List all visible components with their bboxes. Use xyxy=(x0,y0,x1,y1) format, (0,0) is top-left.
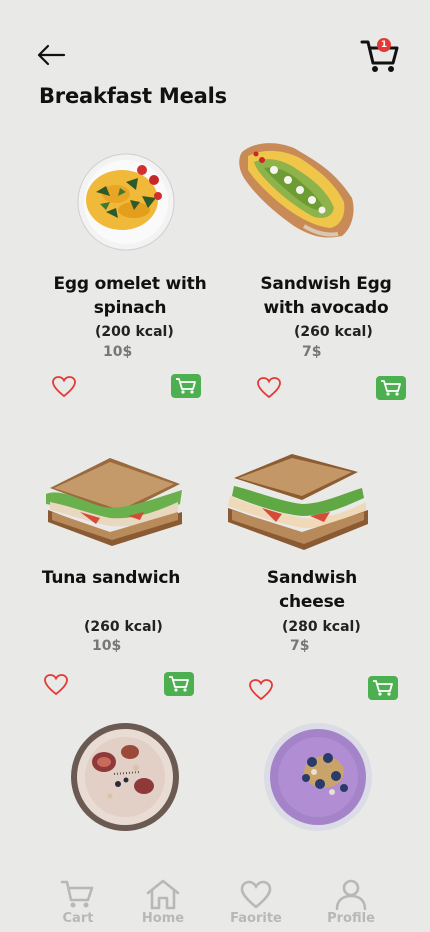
meal-name: Tuna sandwich xyxy=(41,568,181,588)
nav-profile[interactable]: Profile xyxy=(321,878,381,926)
cart-badge: 1 xyxy=(377,38,391,52)
cheese-sandwich-image xyxy=(228,454,368,550)
heart-icon xyxy=(257,377,281,399)
add-to-cart-icon xyxy=(176,378,196,394)
add-to-cart-button[interactable] xyxy=(171,374,201,398)
meal-card-omelet[interactable]: Egg omelet with spinach (200 kcal) 10$ xyxy=(40,150,220,400)
favorite-button[interactable] xyxy=(51,375,77,399)
back-button[interactable] xyxy=(34,40,68,70)
meal-card-tuna-sandwich[interactable]: Tuna sandwich (260 kcal) 10$ xyxy=(36,450,216,700)
header-cart-button[interactable]: 1 xyxy=(360,36,402,76)
favorite-button[interactable] xyxy=(43,673,69,697)
home-icon xyxy=(146,879,180,910)
heart-icon xyxy=(249,679,273,701)
meal-name: Sandwish Egg with avocado xyxy=(260,274,392,318)
meal-name: Egg omelet with spinach xyxy=(53,274,207,318)
meal-kcal: (260 kcal) xyxy=(294,324,373,340)
meal-price: 10$ xyxy=(103,344,133,360)
fig-bowl-image xyxy=(71,723,179,831)
nav-favorite-label: Faorite xyxy=(230,911,282,926)
cart-icon xyxy=(60,880,94,908)
meal-card-avocado-sandwich[interactable]: Sandwish Egg with avocado (260 kcal) 7$ xyxy=(232,140,422,400)
nav-profile-label: Profile xyxy=(327,911,375,926)
meal-card-cheese-sandwich[interactable]: Sandwish cheese (280 kcal) 7$ xyxy=(222,450,422,702)
meal-price: 10$ xyxy=(92,638,122,654)
berry-bowl-image xyxy=(264,723,372,831)
meal-name: Sandwish cheese xyxy=(266,568,358,612)
back-arrow-icon xyxy=(37,44,66,66)
nav-favorite[interactable]: Faorite xyxy=(226,880,286,926)
add-to-cart-button[interactable] xyxy=(368,676,398,700)
nav-home[interactable]: Home xyxy=(133,878,193,926)
heart-icon xyxy=(44,674,68,696)
meal-price: 7$ xyxy=(290,638,310,654)
add-to-cart-button[interactable] xyxy=(164,672,194,696)
omelet-image xyxy=(77,153,175,251)
avocado-sandwich-image xyxy=(239,143,354,238)
meal-kcal: (200 kcal) xyxy=(95,324,174,340)
add-to-cart-icon xyxy=(381,380,401,396)
page-title: Breakfast Meals xyxy=(39,84,227,108)
add-to-cart-icon xyxy=(169,676,189,692)
nav-cart-label: Cart xyxy=(62,911,94,926)
heart-icon xyxy=(240,880,272,909)
meal-kcal: (260 kcal) xyxy=(84,619,163,635)
nav-home-label: Home xyxy=(141,911,185,926)
meal-price: 7$ xyxy=(302,344,322,360)
meal-kcal: (280 kcal) xyxy=(282,619,361,635)
favorite-button[interactable] xyxy=(248,678,274,702)
add-to-cart-icon xyxy=(373,680,393,696)
heart-icon xyxy=(52,376,76,398)
tuna-sandwich-image xyxy=(46,458,182,546)
nav-cart[interactable]: Cart xyxy=(48,878,108,926)
favorite-button[interactable] xyxy=(256,376,282,400)
add-to-cart-button[interactable] xyxy=(376,376,406,400)
profile-icon xyxy=(335,879,367,910)
